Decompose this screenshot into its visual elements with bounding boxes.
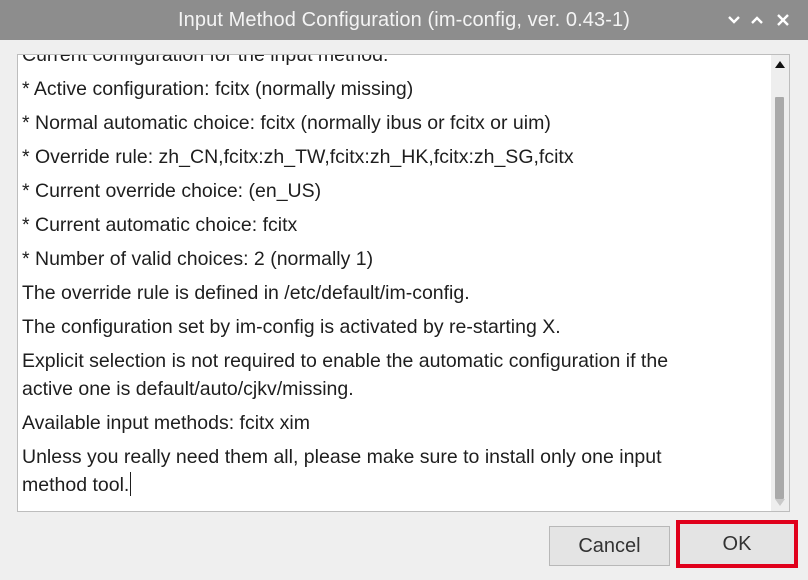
scroll-down-arrow-icon[interactable] [775, 499, 785, 506]
message-lines: Current configuration for the input meth… [22, 54, 765, 505]
text-line: The configuration set by im-config is ac… [22, 316, 561, 338]
text-line: active one is default/auto/cjkv/missing. [22, 378, 354, 400]
text-paragraph: Unless you really need them all, please … [22, 443, 765, 499]
title-bar[interactable]: Input Method Configuration (im-config, v… [0, 0, 808, 40]
cancel-button[interactable]: Cancel [549, 526, 670, 566]
chevron-up-icon[interactable] [746, 9, 768, 31]
ok-button[interactable]: OK [676, 520, 798, 568]
text-line: * Active configuration: fcitx (normally … [22, 78, 414, 100]
text-line-partial: Current configuration for the input meth… [22, 54, 389, 66]
text-line: * Current automatic choice: fcitx [22, 214, 298, 236]
vertical-scrollbar[interactable] [771, 55, 789, 511]
text-line: * Number of valid choices: 2 (normally 1… [22, 248, 374, 270]
text-line: Unless you really need them all, please … [22, 446, 662, 468]
text-line-last: method tool. [22, 471, 765, 499]
ok-button-label: OK [722, 532, 752, 555]
close-icon[interactable] [772, 9, 794, 31]
text-paragraph: Explicit selection is not required to en… [22, 347, 765, 403]
dialog-body: Current configuration for the input meth… [0, 40, 808, 580]
message-text-view[interactable]: Current configuration for the input meth… [17, 54, 790, 512]
text-line: * Current override choice: (en_US) [22, 180, 322, 202]
text-line: Available input methods: fcitx xim [22, 412, 310, 434]
text-line-content: method tool. [22, 474, 130, 496]
text-line: * Override rule: zh_CN,fcitx:zh_TW,fcitx… [22, 146, 574, 168]
chevron-down-icon[interactable] [723, 9, 745, 31]
text-cursor [130, 472, 132, 496]
text-line: * Normal automatic choice: fcitx (normal… [22, 112, 551, 134]
scrollbar-thumb[interactable] [775, 97, 784, 499]
scroll-up-arrow-icon[interactable] [775, 61, 785, 68]
text-line: Explicit selection is not required to en… [22, 350, 669, 372]
text-line: The override rule is defined in /etc/def… [22, 282, 470, 304]
window-title: Input Method Configuration (im-config, v… [178, 9, 630, 31]
